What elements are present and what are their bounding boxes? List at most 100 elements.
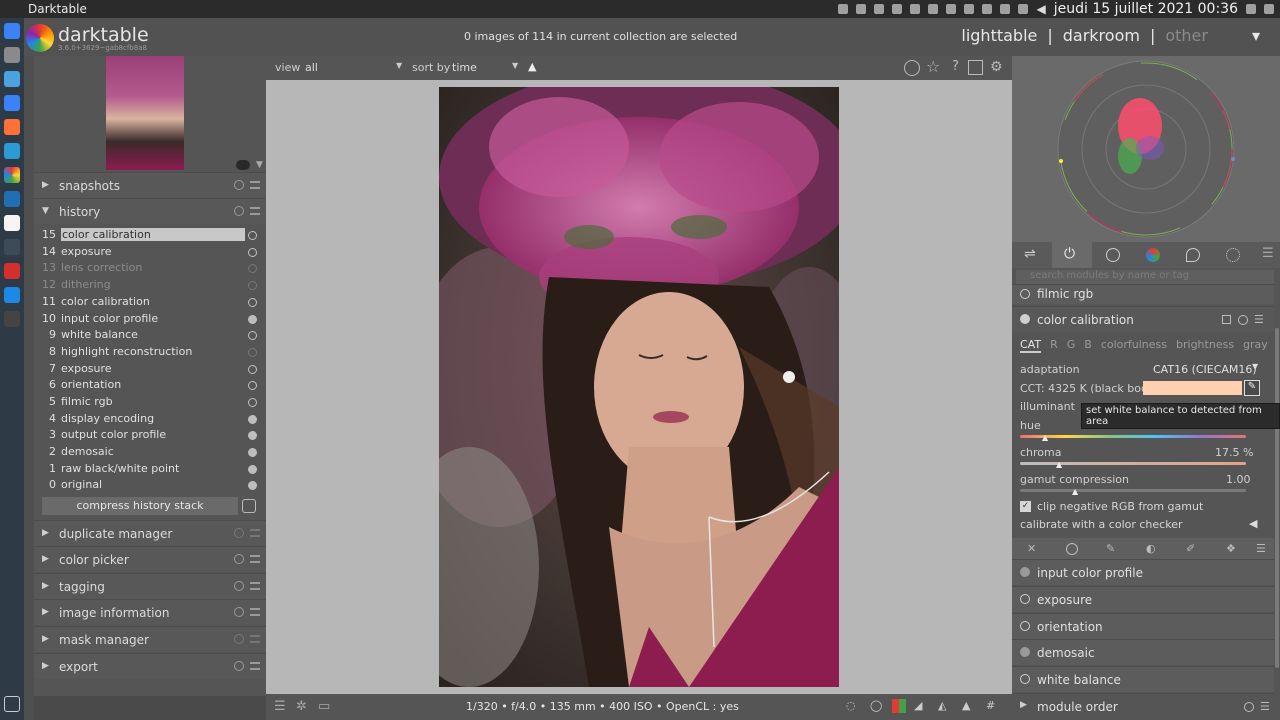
slider-handle[interactable]: ▲ [1056, 460, 1062, 469]
module-filmic-rgb[interactable]: filmic rgb [1012, 284, 1274, 304]
ipython-icon[interactable] [4, 239, 20, 255]
reset-icon[interactable] [234, 554, 244, 564]
history-item[interactable]: 9 white balance [34, 328, 266, 345]
module-input-color-profile[interactable]: input color profile [1012, 559, 1274, 585]
module-export[interactable]: ▶ export [34, 653, 266, 679]
zotero-icon[interactable] [4, 263, 20, 279]
tab-cat[interactable]: CAT [1020, 338, 1042, 353]
raw-overexposed-icon[interactable]: ◯ [870, 699, 882, 712]
image-canvas[interactable] [266, 80, 1012, 694]
power-icon[interactable] [1020, 621, 1030, 631]
history-item[interactable]: 6 orientation [34, 378, 266, 395]
app-icon[interactable] [4, 143, 20, 159]
presets-icon[interactable] [250, 662, 260, 670]
module-duplicate-manager[interactable]: ▶ duplicate manager [34, 520, 266, 546]
presets-icon[interactable]: ☰ [1262, 246, 1274, 261]
browser-icon[interactable] [4, 95, 20, 111]
module-history[interactable]: ▼ history [34, 198, 266, 224]
files-icon[interactable] [4, 47, 20, 63]
adaptation-select[interactable]: CAT16 (CIECAM16) [1153, 363, 1257, 376]
chroma-slider[interactable] [1020, 462, 1246, 465]
document-icon[interactable] [4, 215, 20, 231]
reset-icon[interactable] [1244, 702, 1254, 712]
gamut-slider[interactable] [1020, 489, 1246, 492]
presets-icon[interactable]: ☰ [1254, 313, 1264, 326]
triangle-down-icon[interactable]: ▼ [256, 160, 263, 170]
power-icon[interactable] [1020, 289, 1030, 299]
color-assessment-icon[interactable] [892, 699, 906, 713]
left-panel-collapse-strip[interactable] [24, 56, 34, 720]
tab-colorfulness[interactable]: colorfulness [1101, 338, 1167, 353]
terminal-icon[interactable] [4, 311, 20, 327]
slider-handle[interactable]: ▲ [1042, 433, 1048, 442]
darktable-icon[interactable] [4, 167, 20, 183]
collapse-left-icon[interactable]: ◀ [1249, 517, 1257, 530]
view-other[interactable]: other [1165, 26, 1208, 45]
base-group-icon[interactable] [1106, 248, 1120, 262]
bluetooth-icon[interactable] [946, 4, 957, 14]
layout-icon[interactable] [968, 60, 983, 75]
main-photo[interactable] [439, 87, 839, 687]
thunderbird-icon[interactable] [4, 287, 20, 303]
drawn-parametric-mask-icon[interactable]: ✐ [1186, 542, 1195, 555]
tab-g[interactable]: G [1067, 338, 1076, 353]
slider-handle[interactable]: ▲ [1072, 487, 1078, 496]
raster-mask-icon[interactable]: ❖ [1226, 542, 1236, 555]
history-item[interactable]: 5 filmic rgb [34, 395, 266, 412]
firefox-icon[interactable] [4, 119, 20, 135]
tab-gray[interactable]: gray [1243, 338, 1268, 353]
uniform-mask-icon[interactable] [1066, 543, 1078, 555]
module-tagging[interactable]: ▶ tagging [34, 573, 266, 599]
history-item[interactable]: 11 color calibration [34, 295, 266, 312]
second-window-icon[interactable]: ▭ [318, 699, 330, 714]
tab-b[interactable]: B [1084, 338, 1092, 353]
softproof-icon[interactable]: ◭ [938, 699, 946, 712]
chevron-down-icon[interactable]: ▼ [1252, 362, 1258, 371]
module-color-calibration-header[interactable]: color calibration ☰ [1012, 306, 1274, 332]
help-icon[interactable]: ? [952, 59, 959, 74]
network-icon[interactable] [982, 4, 993, 14]
battery-icon[interactable] [964, 4, 975, 14]
right-panel-scrollbar[interactable] [1275, 328, 1279, 668]
reset-icon[interactable] [234, 661, 244, 671]
reset-icon[interactable] [234, 206, 244, 216]
correct-group-icon[interactable] [1186, 248, 1200, 262]
lock-icon[interactable] [1246, 4, 1256, 14]
sort-order-icon[interactable]: ▲ [528, 60, 536, 73]
color-labels-icon[interactable] [904, 60, 920, 76]
presets-icon[interactable] [250, 635, 260, 643]
module-color-picker[interactable]: ▶ color picker [34, 546, 266, 572]
reset-icon[interactable] [234, 180, 244, 190]
zoom-toggle-icon[interactable] [236, 160, 250, 170]
module-search-input[interactable]: search modules by name or tag [1016, 270, 1274, 284]
notifications-icon[interactable] [1018, 4, 1029, 14]
power-icon[interactable] [1264, 4, 1274, 14]
gamut-check-icon[interactable]: ▲ [962, 699, 970, 712]
module-image-information[interactable]: ▶ image information [34, 599, 266, 625]
view-select[interactable]: all [305, 61, 405, 74]
tray-app-icon[interactable] [910, 4, 921, 14]
quick-access-icon[interactable]: ⇌ [1024, 246, 1036, 262]
navigation-thumbnail[interactable] [106, 56, 184, 170]
multi-instance-icon[interactable] [1222, 315, 1231, 324]
chevron-down-icon[interactable]: ▼ [512, 61, 518, 70]
power-icon[interactable] [1020, 674, 1030, 684]
presets-icon[interactable]: ☰ [1256, 542, 1266, 555]
history-item[interactable]: 14 exposure [34, 245, 266, 262]
chevron-down-icon[interactable]: ▼ [396, 61, 402, 70]
tray-app-icon[interactable] [928, 4, 939, 14]
presets-icon[interactable]: ☰ [1260, 700, 1270, 713]
presets-icon[interactable] [250, 582, 260, 590]
hue-slider[interactable] [1020, 435, 1246, 438]
module-mask-manager[interactable]: ▶ mask manager [34, 626, 266, 652]
history-item[interactable]: 2 demosaic [34, 445, 266, 462]
history-item[interactable]: 4 display encoding [34, 412, 266, 429]
power-icon[interactable] [1020, 594, 1030, 604]
tray-app-icon[interactable] [892, 4, 903, 14]
fedora-icon[interactable] [4, 23, 20, 39]
window-icon[interactable] [4, 71, 20, 87]
presets-icon[interactable] [250, 181, 260, 189]
view-darkroom[interactable]: darkroom [1063, 26, 1140, 45]
history-item[interactable]: 7 exposure [34, 362, 266, 379]
power-icon[interactable] [1020, 314, 1030, 324]
